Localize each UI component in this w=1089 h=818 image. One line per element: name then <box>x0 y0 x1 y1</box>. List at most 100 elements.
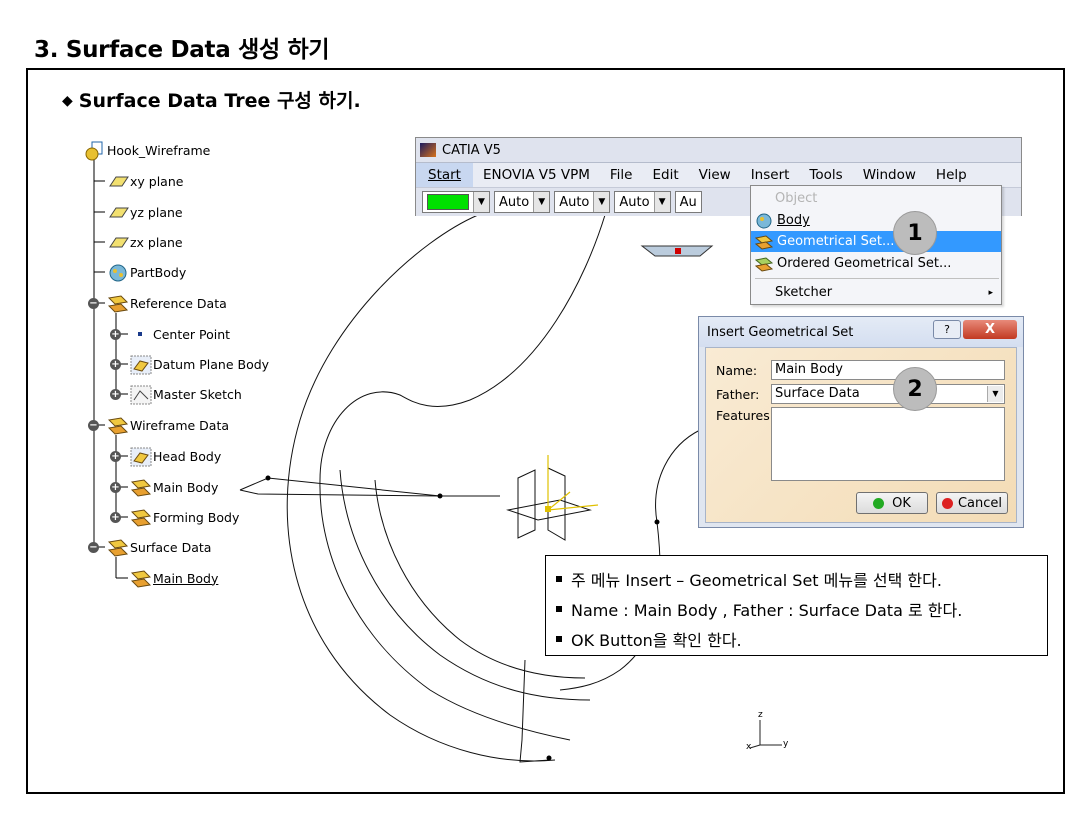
partbody-icon <box>107 263 127 282</box>
point-icon <box>130 325 150 343</box>
tree-item-label: Surface Data <box>130 539 212 555</box>
tree-item-head-body[interactable]: Head Body <box>130 446 221 467</box>
ok-icon <box>873 497 885 509</box>
tree-root-label: Hook_Wireframe <box>107 142 211 158</box>
menu-window[interactable]: Window <box>853 163 926 187</box>
tree-item-wireframe-data[interactable]: Wireframe Data <box>107 415 229 435</box>
square-bullet <box>556 576 562 582</box>
menu-item-body[interactable]: Body <box>751 210 1001 231</box>
instruction-text: Name : Main Body , Father : Surface Data… <box>571 601 963 620</box>
geometrical-set-icon <box>107 294 129 313</box>
expand-head-body[interactable]: + <box>110 451 121 462</box>
expand-forming-body[interactable]: + <box>110 512 121 523</box>
tree-item-xy-plane[interactable]: xy plane <box>107 171 183 191</box>
instruction-text: OK Button을 확인 한다. <box>571 631 742 650</box>
tree-item-forming-body[interactable]: Forming Body <box>130 507 239 527</box>
expand-datum-plane-body[interactable]: + <box>110 359 121 370</box>
ok-label: OK <box>892 495 911 511</box>
cancel-button[interactable]: Cancel <box>936 492 1008 514</box>
tree-item-reference-data[interactable]: Reference Data <box>107 293 227 313</box>
menu-item-ordered-geometrical-set[interactable]: Ordered Geometrical Set... <box>751 253 1001 274</box>
menu-tools[interactable]: Tools <box>799 163 852 187</box>
linetype-combo[interactable]: Auto ▼ <box>494 191 551 213</box>
tree-item-label: yz plane <box>130 204 183 220</box>
menu-enovia[interactable]: ENOVIA V5 VPM <box>473 163 600 187</box>
expand-center-point[interactable]: + <box>110 329 121 340</box>
tree-item-label: Wireframe Data <box>130 417 229 433</box>
tree-item-label: Reference Data <box>130 295 227 311</box>
tree-item-label: Main Body <box>153 479 219 495</box>
catia-title: CATIA V5 <box>442 142 501 158</box>
help-button[interactable]: ? <box>933 320 961 339</box>
sketch-body-icon <box>130 385 152 405</box>
tree-item-yz-plane[interactable]: yz plane <box>107 202 183 222</box>
tree-item-zx-plane[interactable]: zx plane <box>107 232 183 252</box>
dialog-title-text: Insert Geometrical Set <box>707 324 854 340</box>
combo-value: Auto <box>499 194 530 210</box>
tree-item-datum-plane-body[interactable]: Datum Plane Body <box>130 354 270 375</box>
menu-item-geometrical-set[interactable]: Geometrical Set... <box>751 231 1001 252</box>
instruction-line: OK Button을 확인 한다. <box>556 624 1037 654</box>
menu-bar: Start ENOVIA V5 VPM File Edit View Inser… <box>416 163 1021 187</box>
collapse-surface-data[interactable]: − <box>88 542 99 553</box>
tree-item-label: Main Body <box>153 570 219 586</box>
color-swatch <box>427 194 469 210</box>
insert-menu-dropdown: Object Body Geometrical Set... Ordered G… <box>750 185 1002 305</box>
close-button[interactable]: X <box>963 320 1017 339</box>
geometrical-set-icon <box>754 234 774 250</box>
tree-item-surface-data[interactable]: Surface Data <box>107 537 211 557</box>
tree-item-label: Datum Plane Body <box>153 356 270 372</box>
datum-body-icon <box>130 447 152 467</box>
expand-master-sketch[interactable]: + <box>110 389 121 400</box>
catia-titlebar: CATIA V5 <box>416 138 1021 163</box>
menu-insert[interactable]: Insert <box>741 163 800 187</box>
tree-item-master-sketch[interactable]: Master Sketch <box>130 384 242 405</box>
tree-item-label: zx plane <box>130 234 183 250</box>
menu-item-label: Sketcher <box>775 285 833 300</box>
combo-value: Auto <box>559 194 590 210</box>
tree-item-surface-main-body[interactable]: Main Body <box>130 568 218 588</box>
catia-logo-icon <box>420 143 436 157</box>
thickness-combo[interactable]: Auto ▼ <box>554 191 611 213</box>
instruction-text: 주 메뉴 Insert – Geometrical Set 메뉴를 선택 한다. <box>571 571 942 590</box>
menu-item-label: Geometrical Set... <box>777 234 895 249</box>
menu-view[interactable]: View <box>689 163 741 187</box>
submenu-arrow-icon: ▸ <box>988 287 993 298</box>
collapse-wireframe-data[interactable]: − <box>88 420 99 431</box>
menu-help[interactable]: Help <box>926 163 977 187</box>
instruction-line: 주 메뉴 Insert – Geometrical Set 메뉴를 선택 한다. <box>556 564 1037 594</box>
plane-icon <box>107 203 129 221</box>
tree-item-label: PartBody <box>130 264 187 280</box>
geometrical-set-icon <box>130 508 152 527</box>
tree-item-main-body[interactable]: Main Body <box>130 477 218 497</box>
datum-body-icon <box>130 355 152 375</box>
name-field[interactable]: Main Body <box>771 360 1005 380</box>
tree-item-label: xy plane <box>130 173 184 189</box>
menu-start[interactable]: Start <box>416 163 473 187</box>
color-combo[interactable]: ▼ <box>422 191 490 213</box>
menu-item-sketcher[interactable]: Sketcher ▸ <box>751 282 1001 303</box>
chevron-down-icon: ▼ <box>593 192 610 212</box>
tree-item-label: Forming Body <box>153 509 240 525</box>
tree-item-partbody[interactable]: PartBody <box>107 262 186 282</box>
tree-root[interactable]: Hook_Wireframe <box>84 140 211 161</box>
insert-geometrical-set-dialog: Insert Geometrical Set ? X Name: Main Bo… <box>698 316 1024 528</box>
ok-button[interactable]: OK <box>856 492 928 514</box>
name-label: Name: <box>716 363 758 378</box>
father-label: Father: <box>716 387 760 402</box>
layer-combo[interactable]: Au <box>674 191 702 213</box>
menu-file[interactable]: File <box>600 163 643 187</box>
tree-item-label: Center Point <box>153 326 231 342</box>
square-bullet <box>556 636 562 642</box>
menu-item-label: Body <box>777 213 810 228</box>
menu-item-object: Object <box>751 188 1001 209</box>
expand-main-body[interactable]: + <box>110 482 121 493</box>
plane-icon <box>107 233 129 251</box>
menu-separator <box>755 278 999 279</box>
features-list[interactable] <box>771 407 1005 481</box>
tree-item-center-point[interactable]: Center Point <box>130 324 230 344</box>
menu-edit[interactable]: Edit <box>642 163 688 187</box>
point-type-combo[interactable]: Auto ▼ <box>614 191 671 213</box>
father-select[interactable]: Surface Data ▼ <box>771 384 1005 404</box>
collapse-reference-data[interactable]: − <box>88 298 99 309</box>
